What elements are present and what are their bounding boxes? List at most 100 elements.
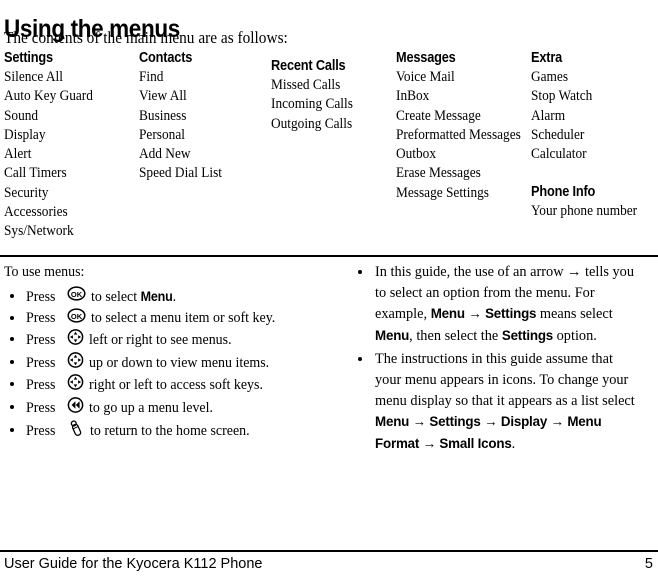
- ui-term: →: [409, 413, 430, 430]
- press-label: Press: [26, 310, 56, 327]
- menu-item[interactable]: Create Message: [396, 107, 517, 126]
- press-description: left or right to see menus.: [88, 332, 232, 349]
- menu-item[interactable]: Add New: [139, 145, 259, 164]
- ui-term: Menu: [375, 413, 410, 430]
- menu-columns-container: Settings Silence All Auto Key Guard Soun…: [0, 50, 658, 240]
- menu-item[interactable]: Your phone number: [531, 202, 647, 221]
- instructions-lead-text: To use menus:: [4, 264, 85, 280]
- press-label: Press: [26, 423, 56, 440]
- menu-item[interactable]: Accessories: [4, 203, 127, 222]
- ui-term: Menu: [375, 326, 410, 343]
- menu-item[interactable]: Speed Dial List: [139, 164, 259, 183]
- menu-item[interactable]: Find: [139, 68, 259, 87]
- menu-item[interactable]: Scheduler: [531, 126, 647, 145]
- menu-item[interactable]: Call Timers: [4, 164, 127, 183]
- menu-item[interactable]: Incoming Calls: [271, 95, 385, 114]
- menu-column-messages: Messages Voice Mail InBox Create Message…: [396, 50, 528, 203]
- ui-term: →: [419, 434, 440, 451]
- menu-column-header: Settings: [4, 50, 53, 66]
- press-label: Press: [26, 399, 56, 416]
- list-item: Press right or left to access soft keys.: [4, 374, 350, 397]
- press-description: to go up a menu level.: [88, 399, 213, 416]
- note-text: .: [511, 435, 516, 452]
- intro-text: The contents of the main menu are as fol…: [4, 28, 288, 47]
- bullet-dot-icon: [10, 382, 14, 387]
- menu-item[interactable]: Outgoing Calls: [271, 115, 385, 134]
- menu-column-header: Extra: [531, 50, 563, 66]
- bullet-dot-icon: [10, 427, 14, 432]
- menu-item[interactable]: Alarm: [531, 107, 647, 126]
- ui-term: →: [464, 305, 486, 322]
- press-label: Press: [26, 377, 56, 394]
- menu-item[interactable]: Alert: [4, 145, 127, 164]
- menu-column-header: Recent Calls: [271, 58, 346, 74]
- menu-item[interactable]: Missed Calls: [271, 76, 385, 95]
- page-footer: User Guide for the Kyocera K112 Phone 5: [0, 553, 658, 577]
- menu-item[interactable]: Stop Watch: [531, 87, 647, 106]
- key-press-list: Press OK to select Menu. Press OK to sel…: [4, 286, 350, 443]
- menu-column-contacts: Contacts Find View All Business Personal…: [139, 50, 269, 184]
- menu-item[interactable]: Games: [531, 68, 647, 87]
- menu-item[interactable]: Message Settings: [396, 184, 517, 203]
- note-paragraph: In this guide, the use of an arrow → tel…: [375, 262, 642, 346]
- menu-column-items: Voice Mail InBox Create Message Preforma…: [396, 68, 528, 203]
- menu-item[interactable]: Outbox: [396, 145, 517, 164]
- menu-item[interactable]: Preformatted Messages: [396, 126, 521, 145]
- menu-item[interactable]: Calculator: [531, 145, 647, 164]
- bullet-dot-icon: [10, 359, 14, 364]
- footer-page-number: 5: [644, 556, 653, 572]
- instructions-right-column: In this guide, the use of an arrow → tel…: [355, 262, 655, 457]
- svg-text:OK: OK: [71, 312, 83, 321]
- menu-column-extra: Extra Games Stop Watch Alarm Scheduler C…: [531, 50, 657, 222]
- menu-column-items: Missed Calls Incoming Calls Outgoing Cal…: [271, 76, 395, 134]
- menu-item[interactable]: Security: [4, 184, 127, 203]
- press-description: to select Menu.: [90, 288, 176, 305]
- bullet-dot-icon: [10, 337, 14, 342]
- menu-item[interactable]: InBox: [396, 87, 517, 106]
- menu-column-recent-calls: Recent Calls Missed Calls Incoming Calls…: [271, 50, 395, 134]
- menu-item[interactable]: Silence All: [4, 68, 127, 87]
- note-text: In this guide, the use of an arrow: [375, 264, 568, 280]
- menu-item[interactable]: Erase Messages: [396, 164, 517, 183]
- press-label: Press: [26, 288, 56, 305]
- bullet-dot-icon: [358, 357, 362, 362]
- navigation-pad-icon: [67, 329, 84, 352]
- list-item: Press to go up a menu level.: [4, 397, 350, 420]
- press-description: to select a menu item or soft key.: [90, 310, 275, 327]
- ui-term: Small Icons: [439, 434, 512, 451]
- ok-key-icon: OK: [67, 307, 86, 330]
- ui-term: Settings: [429, 413, 481, 430]
- menu-item[interactable]: Personal: [139, 126, 259, 145]
- press-description: up or down to view menu items.: [88, 354, 269, 371]
- press-label: Press: [26, 354, 56, 371]
- ui-term: Settings: [501, 326, 554, 343]
- menu-column-header: Phone Info: [531, 184, 596, 201]
- list-item: The instructions in this guide assume th…: [355, 349, 655, 454]
- ui-term: →: [480, 413, 501, 430]
- menu-item[interactable]: Auto Key Guard: [4, 87, 127, 106]
- ui-term: Menu: [430, 305, 465, 322]
- list-item: Press up or down to view menu items.: [4, 351, 350, 375]
- note-text: , then select the: [409, 327, 502, 344]
- menu-item[interactable]: Business: [139, 107, 259, 126]
- instructions-left-column: To use menus: Press OK to select Menu. P…: [4, 262, 350, 443]
- menu-item[interactable]: Voice Mail: [396, 68, 517, 87]
- note-text: option.: [553, 327, 597, 344]
- ui-term: Settings: [485, 305, 537, 322]
- ui-term: Display: [500, 413, 548, 430]
- list-item: Press to return to the home screen.: [4, 419, 350, 444]
- menu-item[interactable]: Display: [4, 126, 127, 145]
- bullet-dot-icon: [10, 294, 14, 298]
- menu-column-phone-info: Phone Info Your phone number: [531, 184, 657, 221]
- bullet-dot-icon: [358, 270, 362, 274]
- note-text: →: [567, 264, 582, 280]
- menu-column-items: Find View All Business Personal Add New …: [139, 68, 269, 184]
- menu-item[interactable]: Sound: [4, 107, 127, 126]
- navigation-pad-icon: [67, 374, 84, 397]
- menu-item[interactable]: View All: [139, 87, 259, 106]
- menu-column-header: Messages: [396, 50, 456, 66]
- end-call-key-icon: [67, 419, 85, 444]
- menu-item[interactable]: Sys/Network: [4, 222, 127, 241]
- note-paragraph: The instructions in this guide assume th…: [375, 349, 642, 454]
- notes-list: In this guide, the use of an arrow → tel…: [355, 262, 655, 454]
